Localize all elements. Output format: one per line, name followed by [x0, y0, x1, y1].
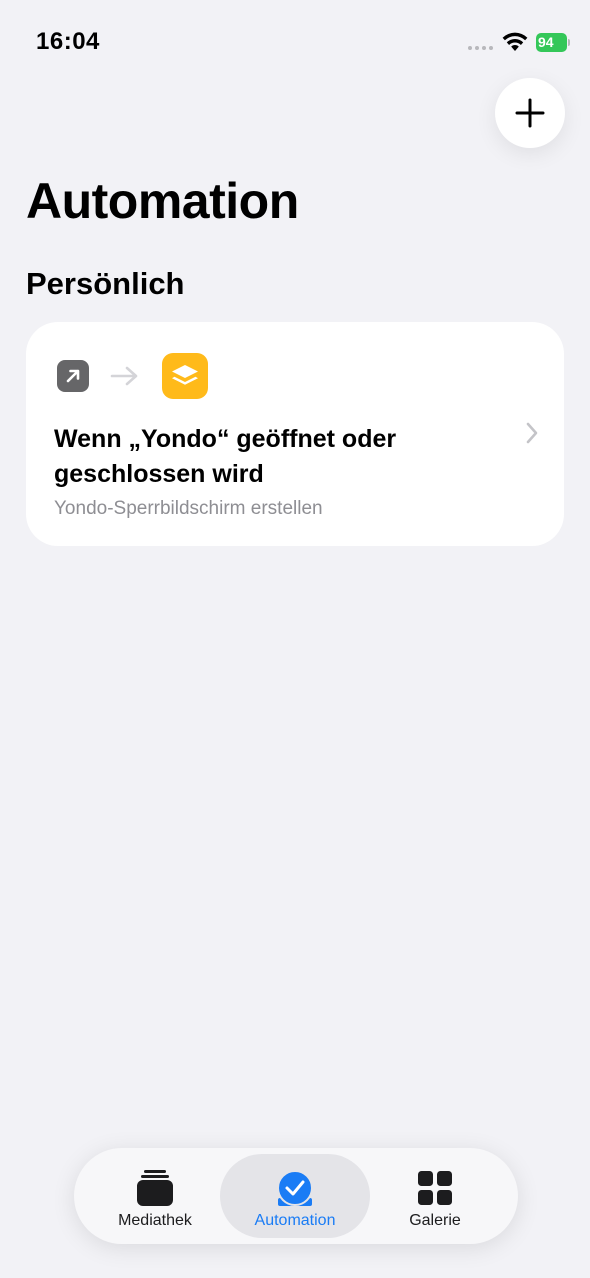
open-app-arrow-icon [57, 360, 89, 392]
plus-icon [515, 98, 545, 128]
section-title: Persönlich [26, 266, 185, 301]
gallery-grid-icon [415, 1168, 455, 1208]
page-title: Automation [26, 173, 299, 229]
tab-mediathek[interactable]: Mediathek [80, 1154, 230, 1238]
battery-level: 94 [536, 33, 567, 52]
library-stack-icon [135, 1168, 175, 1208]
tab-label: Mediathek [118, 1212, 192, 1229]
tab-bar: Mediathek Automation Galerie [74, 1148, 518, 1244]
yondo-app-icon [162, 353, 208, 399]
flow-arrow-icon [110, 366, 138, 386]
cellular-signal-icon [468, 46, 493, 50]
tab-label: Automation [254, 1212, 336, 1229]
chevron-right-icon [526, 422, 538, 444]
automation-subtitle: Yondo-Sperrbildschirm erstellen [54, 498, 323, 519]
status-bar: 16:04 94 [0, 0, 590, 80]
wifi-icon [502, 32, 528, 51]
status-time: 16:04 [36, 28, 100, 55]
automation-card[interactable]: Wenn „Yondo“ geöffnet oder geschlossen w… [26, 322, 564, 546]
automation-title: Wenn „Yondo“ geöffnet oder geschlossen w… [54, 425, 397, 488]
automation-check-icon [275, 1168, 315, 1208]
tab-label: Galerie [409, 1212, 461, 1229]
tab-automation[interactable]: Automation [220, 1154, 370, 1238]
add-automation-button[interactable] [495, 78, 565, 148]
battery-icon: 94 [536, 33, 570, 52]
tab-galerie[interactable]: Galerie [360, 1154, 510, 1238]
